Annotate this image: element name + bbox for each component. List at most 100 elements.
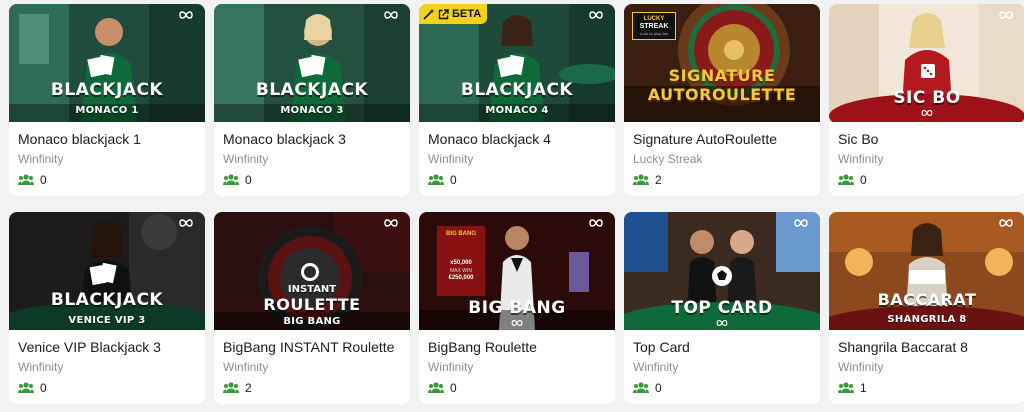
thumbnail-title: BACCARAT <box>877 290 977 309</box>
infinity-icon <box>511 320 523 326</box>
players-count: 0 <box>428 172 457 188</box>
thumbnail-title: BLACKJACK <box>50 290 164 310</box>
infinity-icon <box>921 110 933 116</box>
game-card[interactable]: BIG BANG x50,000 MAX WIN €250,000 BIG BA… <box>419 212 615 404</box>
thumbnail-title-line2: AUTOROULETTE <box>647 85 797 104</box>
infinity-icon <box>716 320 728 326</box>
screen-value-2: MAX WIN <box>450 268 472 274</box>
game-card[interactable]: BACCARAT SHANGRILA 8 Shangrila Baccarat … <box>829 212 1024 404</box>
infinity-icon <box>589 219 603 227</box>
infinity-icon <box>179 219 193 227</box>
external-link-icon <box>438 8 449 19</box>
players-count: 0 <box>838 172 867 188</box>
thumbnail-subtitle: BIG BANG <box>283 316 341 327</box>
infinity-icon <box>589 11 603 19</box>
infinity-icon <box>384 219 398 227</box>
players-count: 0 <box>428 380 457 396</box>
thumbnail-title: TOP CARD <box>671 298 773 318</box>
game-card[interactable]: TOP CARD Top Card Winfinity 0 <box>624 212 820 404</box>
players-value: 0 <box>450 381 457 395</box>
players-icon <box>633 382 649 393</box>
beta-label: БЕТА <box>452 8 482 20</box>
game-thumbnail[interactable]: BLACKJACK VENICE VIP 3 <box>9 212 205 330</box>
players-count: 0 <box>18 380 47 396</box>
players-count: 0 <box>18 172 47 188</box>
game-provider: Winfinity <box>633 360 679 374</box>
magic-wand-icon <box>423 8 435 20</box>
game-name[interactable]: Shangrila Baccarat 8 <box>838 339 968 355</box>
players-value: 2 <box>655 173 662 187</box>
game-card[interactable]: BLACKJACK MONACO 3 Monaco blackjack 3 Wi… <box>214 4 410 196</box>
game-card[interactable]: LUCKY STREAK Luck to play fair SIGNATURE… <box>624 4 820 196</box>
game-name[interactable]: Top Card <box>633 339 690 355</box>
game-card[interactable]: SIC BO Sic Bo Winfinity 0 <box>829 4 1024 196</box>
game-thumbnail[interactable]: BACCARAT SHANGRILA 8 <box>829 212 1024 330</box>
game-thumbnail[interactable]: BLACKJACK MONACO 1 <box>9 4 205 122</box>
game-provider: Winfinity <box>18 152 64 166</box>
thumbnail-title: BLACKJACK <box>255 80 369 100</box>
game-card[interactable]: БЕТА BLACKJACK MONACO 4 Monaco blackjack… <box>419 4 615 196</box>
game-name[interactable]: Venice VIP Blackjack 3 <box>18 339 161 355</box>
players-count: 0 <box>633 380 662 396</box>
thumbnail-title: SIC BO <box>893 88 961 108</box>
thumbnail-subtitle: MONACO 3 <box>280 105 344 116</box>
game-card[interactable]: BLACKJACK VENICE VIP 3 Venice VIP Blackj… <box>9 212 205 404</box>
game-thumbnail[interactable]: LUCKY STREAK Luck to play fair SIGNATURE… <box>624 4 820 122</box>
players-icon <box>838 382 854 393</box>
game-name[interactable]: BigBang Roulette <box>428 339 537 355</box>
game-card[interactable]: BLACKJACK MONACO 1 Monaco blackjack 1 Wi… <box>9 4 205 196</box>
game-thumbnail[interactable]: BLACKJACK MONACO 3 <box>214 4 410 122</box>
players-icon <box>428 174 444 185</box>
game-name[interactable]: Signature AutoRoulette <box>633 131 777 147</box>
game-thumbnail[interactable]: SIC BO <box>829 4 1024 122</box>
game-provider: Lucky Streak <box>633 152 703 166</box>
game-provider: Winfinity <box>428 360 474 374</box>
game-provider: Winfinity <box>838 360 884 374</box>
game-name[interactable]: BigBang INSTANT Roulette <box>223 339 394 355</box>
game-thumbnail[interactable]: BIG BANG x50,000 MAX WIN €250,000 BIG BA… <box>419 212 615 330</box>
thumbnail-title-line1: SIGNATURE <box>668 66 776 85</box>
game-name[interactable]: Sic Bo <box>838 131 878 147</box>
players-count: 2 <box>223 380 252 396</box>
game-name[interactable]: Monaco blackjack 3 <box>223 131 346 147</box>
game-provider: Winfinity <box>223 152 269 166</box>
infinity-icon <box>384 11 398 19</box>
thumbnail-subtitle: MONACO 1 <box>75 105 139 116</box>
players-value: 0 <box>655 381 662 395</box>
infinity-icon <box>794 219 808 227</box>
thumbnail-scene <box>829 212 1024 330</box>
thumbnail-title: BLACKJACK <box>460 80 574 100</box>
thumbnail-title-small: INSTANT <box>287 284 337 295</box>
game-provider: Winfinity <box>18 360 64 374</box>
screen-value-1: x50,000 <box>450 260 472 266</box>
game-name[interactable]: Monaco blackjack 1 <box>18 131 141 147</box>
players-icon <box>18 382 34 393</box>
infinity-icon <box>179 11 193 19</box>
game-thumbnail[interactable]: БЕТА BLACKJACK MONACO 4 <box>419 4 615 122</box>
players-value: 0 <box>450 173 457 187</box>
players-value: 0 <box>40 173 47 187</box>
thumbnail-subtitle: SHANGRILA 8 <box>887 314 967 325</box>
games-grid: BLACKJACK MONACO 1 Monaco blackjack 1 Wi… <box>9 4 1024 408</box>
players-count: 2 <box>633 172 662 188</box>
players-icon <box>428 382 444 393</box>
players-icon <box>633 174 649 185</box>
players-value: 0 <box>860 173 867 187</box>
players-count: 0 <box>223 172 252 188</box>
screen-title: BIG BANG <box>446 231 476 237</box>
game-card[interactable]: INSTANT ROULETTE BIG BANG BigBang INSTAN… <box>214 212 410 404</box>
game-provider: Winfinity <box>428 152 474 166</box>
players-icon <box>18 174 34 185</box>
lucky-streak-logo: LUCKY STREAK Luck to play fair <box>632 12 676 40</box>
players-value: 2 <box>245 381 252 395</box>
players-icon <box>223 382 239 393</box>
beta-badge: БЕТА <box>419 4 488 24</box>
players-value: 1 <box>860 381 867 395</box>
game-provider: Winfinity <box>223 360 269 374</box>
thumbnail-scene <box>9 212 205 330</box>
infinity-icon <box>999 11 1013 19</box>
game-name[interactable]: Monaco blackjack 4 <box>428 131 551 147</box>
game-thumbnail[interactable]: INSTANT ROULETTE BIG BANG <box>214 212 410 330</box>
players-count: 1 <box>838 380 867 396</box>
game-thumbnail[interactable]: TOP CARD <box>624 212 820 330</box>
